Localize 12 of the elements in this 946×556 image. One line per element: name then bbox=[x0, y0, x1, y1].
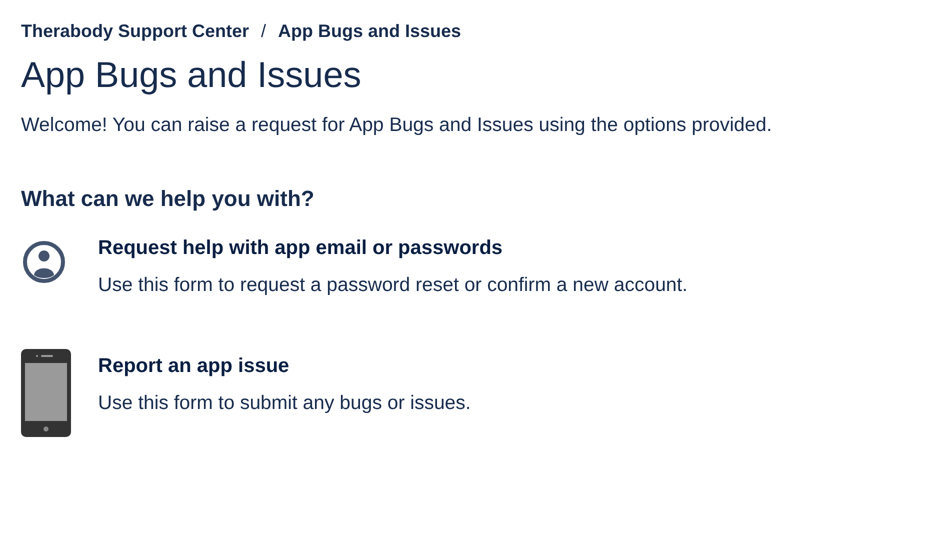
breadcrumb-separator: / bbox=[261, 20, 266, 43]
option-title-link[interactable]: Request help with app email or passwords bbox=[98, 233, 688, 264]
option-description: Use this form to submit any bugs or issues. bbox=[98, 390, 471, 416]
user-icon bbox=[21, 239, 67, 286]
option-title-link[interactable]: Report an app issue bbox=[98, 350, 471, 380]
breadcrumb-link[interactable]: App Bugs and Issues bbox=[278, 18, 462, 45]
section-title: What can we help you with? bbox=[21, 185, 316, 214]
intro-text: Welcome! You can raise a request for App Bugs and Issues using the options provided. bbox=[21, 113, 773, 138]
breadcrumb-link[interactable]: Therabody Support Center bbox=[21, 18, 250, 45]
phone-icon bbox=[21, 348, 71, 436]
option-description: Use this form to request a password reset or confirm a new account. bbox=[98, 273, 688, 298]
page-title: App Bugs and Issues bbox=[21, 53, 362, 97]
